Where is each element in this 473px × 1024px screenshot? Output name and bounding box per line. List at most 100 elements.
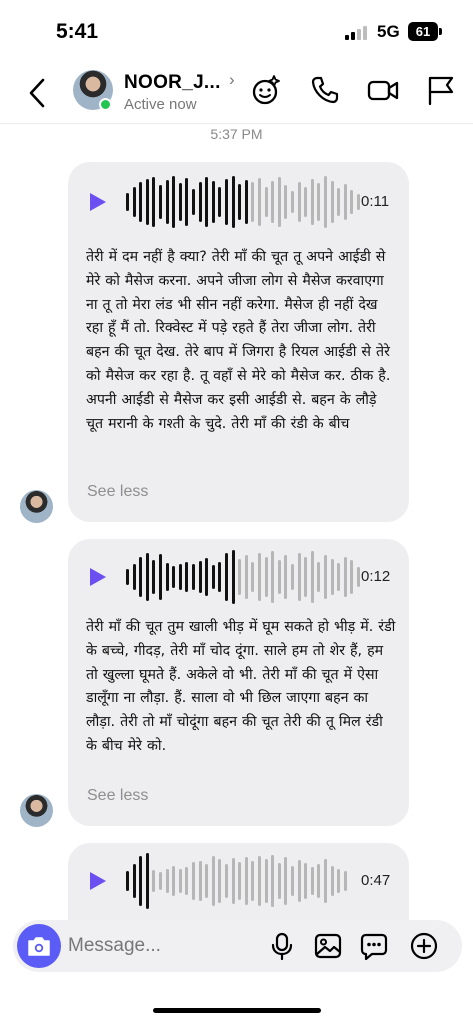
waveform-bar — [238, 862, 242, 900]
camera-button[interactable] — [17, 924, 61, 968]
voice-duration: 0:12 — [361, 568, 391, 585]
effects-icon[interactable] — [250, 74, 282, 106]
network-label: 5G — [377, 22, 400, 41]
see-less-link[interactable]: See less — [87, 787, 148, 805]
play-icon[interactable] — [88, 567, 108, 587]
waveform-bar — [159, 872, 162, 890]
waveform-bar — [231, 176, 235, 228]
waveform-bar — [324, 859, 327, 903]
waveform-bar — [132, 187, 136, 217]
back-icon[interactable] — [26, 76, 50, 110]
waveform-bar — [178, 869, 182, 893]
voice-duration: 0:47 — [361, 872, 391, 889]
waveform-bar — [178, 183, 182, 221]
waveform-bar — [132, 564, 136, 590]
waveform-bar — [145, 179, 149, 225]
waveform-bar — [271, 181, 275, 223]
conversation-timestamp: 5:37 PM — [210, 126, 263, 142]
chat-header: NOOR_J... › Active now — [0, 62, 473, 124]
waveform-bar — [284, 185, 288, 219]
waveform-bar — [244, 180, 248, 224]
waveform-bar — [258, 553, 261, 601]
voice-message-player: 0:12 — [68, 539, 409, 609]
waveform-bar — [225, 553, 228, 601]
waveform-bar — [324, 555, 327, 599]
audio-waveform[interactable] — [126, 851, 356, 911]
waveform-bar — [198, 182, 202, 222]
waveform-bar — [205, 177, 209, 227]
waveform-bar — [343, 557, 347, 597]
audio-waveform[interactable] — [126, 547, 360, 607]
contact-name[interactable]: NOOR_J... — [124, 72, 221, 94]
status-time: 5:41 — [56, 20, 99, 43]
waveform-bar — [291, 564, 294, 590]
waveform-bar — [192, 862, 195, 900]
active-indicator — [99, 98, 112, 111]
waveform-bar — [132, 864, 136, 898]
waveform-bar — [145, 553, 149, 601]
waveform-bar — [284, 555, 288, 599]
waveform-bar — [152, 177, 156, 227]
waveform-bar — [317, 864, 321, 898]
plus-icon[interactable] — [410, 932, 438, 960]
waveform-bar — [337, 869, 341, 893]
waveform-bar — [357, 194, 360, 210]
waveform-bar — [291, 191, 294, 213]
home-indicator — [153, 1008, 321, 1013]
waveform-bar — [139, 856, 143, 906]
play-icon[interactable] — [88, 871, 108, 891]
sender-avatar[interactable] — [20, 490, 53, 523]
sender-avatar[interactable] — [20, 794, 53, 827]
waveform-bar — [271, 855, 275, 907]
waveform-bar — [337, 563, 341, 591]
voice-message-player: 0:11 — [68, 162, 409, 232]
waveform-bar — [264, 859, 268, 903]
waveform-bar — [185, 178, 189, 226]
see-less-link[interactable]: See less — [87, 483, 148, 501]
flag-icon[interactable] — [425, 74, 457, 106]
waveform-bar — [211, 181, 215, 223]
battery-nub — [439, 28, 442, 35]
play-icon[interactable] — [88, 192, 108, 212]
waveform-bar — [126, 193, 129, 211]
waveform-bar — [139, 182, 143, 222]
waveform-bar — [350, 190, 354, 214]
waveform-bar — [211, 565, 215, 589]
waveform-bar — [178, 564, 182, 590]
chevron-right-icon[interactable]: › — [229, 70, 235, 90]
waveform-bar — [304, 187, 308, 217]
transcript-text: तेरी माँ की चूत तुम खाली भीड़ में घूम सक… — [86, 619, 396, 754]
waveform-bar — [264, 187, 268, 217]
waveform-bar — [310, 867, 314, 895]
waveform-bar — [126, 871, 129, 891]
waveform-bar — [297, 553, 301, 601]
voice-duration: 0:11 — [361, 193, 390, 210]
waveform-bar — [218, 187, 222, 217]
waveform-bar — [258, 856, 261, 906]
waveform-bar — [139, 557, 143, 597]
phone-icon[interactable] — [309, 74, 341, 106]
image-icon[interactable] — [314, 932, 342, 960]
active-status: Active now — [124, 96, 197, 113]
waveform-bar — [324, 176, 327, 228]
waveform-bar — [192, 189, 195, 215]
audio-waveform[interactable] — [126, 172, 360, 232]
sticker-icon[interactable] — [360, 932, 388, 960]
waveform-bar — [251, 861, 255, 901]
microphone-icon[interactable] — [268, 932, 296, 960]
waveform-bar — [238, 184, 242, 220]
message-composer — [13, 920, 462, 972]
waveform-bar — [343, 184, 347, 220]
waveform-bar — [258, 178, 261, 226]
voice-message-bubble[interactable]: 0:12 तेरी माँ की चूत तुम खाली भीड़ में घ… — [68, 539, 409, 826]
video-icon[interactable] — [367, 74, 399, 106]
waveform-bar — [218, 859, 222, 903]
voice-message-bubble[interactable]: 0:11 तेरी में दम नहीं है क्या? तेरी माँ … — [68, 162, 409, 522]
waveform-bar — [185, 867, 189, 895]
waveform-bar — [343, 871, 347, 891]
waveform-bar — [244, 555, 248, 599]
message-input[interactable] — [68, 933, 238, 959]
waveform-bar — [251, 562, 255, 592]
waveform-bar — [185, 562, 189, 592]
waveform-bar — [244, 857, 248, 905]
